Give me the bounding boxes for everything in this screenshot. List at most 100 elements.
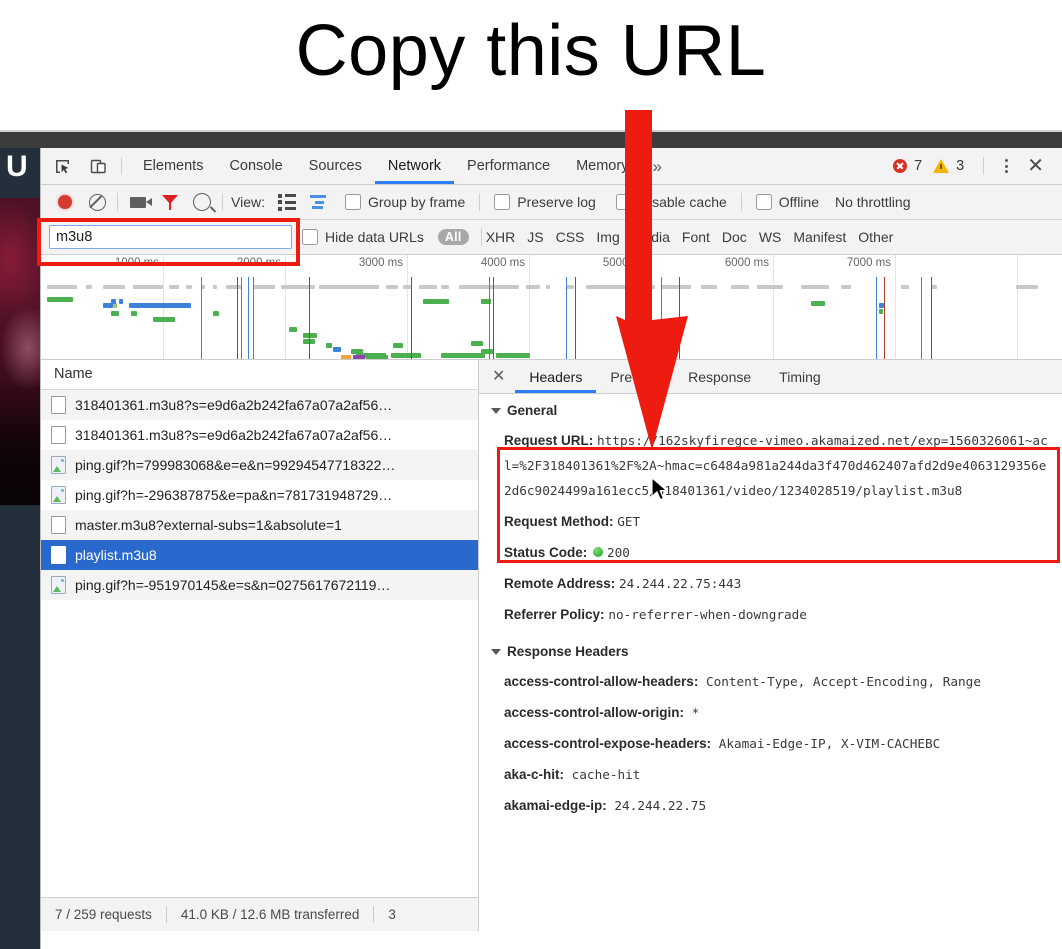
request-row[interactable]: 318401361.m3u8?s=e9d6a2b242fa67a07a2af56… [41, 420, 478, 450]
remote-address-row: Remote Address: 24.244.22.75:443 [479, 568, 1062, 599]
tab-headers[interactable]: Headers [515, 361, 596, 393]
filter-icon[interactable] [154, 189, 186, 215]
throttling-select[interactable]: No throttling [835, 194, 910, 210]
site-logo: U [6, 150, 28, 183]
network-overview-timeline[interactable]: 1000 ms 2000 ms 3000 ms 4000 ms 5000 ms … [41, 255, 1062, 360]
request-row[interactable]: ping.gif?h=-296387875&e=pa&n=78173194872… [41, 480, 478, 510]
overview-bar [391, 353, 421, 358]
type-filter-doc[interactable]: Doc [722, 229, 747, 245]
overview-tick: 4000 ms [480, 257, 525, 269]
overview-bar [566, 285, 574, 289]
device-toolbar-icon[interactable] [83, 152, 113, 180]
type-filter-all[interactable]: All [437, 229, 469, 245]
devtools-tab-strip: Elements Console Sources Network Perform… [41, 148, 1062, 185]
error-icon[interactable] [893, 159, 908, 173]
tab-timing[interactable]: Timing [765, 361, 835, 393]
overview-event-line [493, 277, 494, 359]
column-header-name[interactable]: Name [41, 360, 478, 390]
response-header-value: Content-Type, Accept-Encoding, Range [698, 674, 981, 689]
request-row[interactable]: master.m3u8?external-subs=1&absolute=1 [41, 510, 478, 540]
response-header-value: 24.244.22.75 [606, 798, 707, 813]
overview-bar [481, 349, 493, 354]
document-icon [51, 395, 66, 414]
overview-bar [757, 285, 783, 289]
clear-button[interactable] [81, 189, 113, 215]
list-view-icon[interactable] [271, 189, 303, 215]
tab-performance[interactable]: Performance [454, 149, 563, 184]
request-name: ping.gif?h=-296387875&e=pa&n=78173194872… [75, 486, 393, 503]
search-icon[interactable] [186, 189, 218, 215]
overview-bar [471, 341, 483, 346]
record-button[interactable] [49, 189, 81, 215]
response-header-value: Akamai-Edge-IP, X-VIM-CACHEBC [711, 736, 941, 751]
request-name: 318401361.m3u8?s=e9d6a2b242fa67a07a2af56… [75, 426, 393, 443]
detail-tab-strip: ✕ Headers Preview Response Timing [479, 360, 1062, 394]
close-detail-icon[interactable]: ✕ [479, 368, 515, 385]
mouse-cursor [651, 477, 668, 501]
waterfall-view-icon[interactable] [303, 189, 335, 215]
response-header-value: cache-hit [564, 767, 641, 782]
overview-bar [393, 343, 403, 348]
response-header-label: access-control-allow-origin: [504, 705, 685, 720]
overview-bar [86, 285, 92, 289]
overview-tick: 7000 ms [846, 257, 891, 269]
hide-data-urls-checkbox[interactable]: Hide data URLs [302, 229, 424, 245]
banner: Copy this URL [0, 0, 1062, 132]
checkbox-box[interactable] [344, 194, 361, 210]
toolbar-divider [740, 193, 742, 211]
overview-event-line [201, 277, 202, 359]
type-filter-js[interactable]: JS [527, 229, 543, 245]
type-filter-css[interactable]: CSS [556, 229, 585, 245]
tab-elements[interactable]: Elements [130, 149, 216, 184]
request-row[interactable]: playlist.m3u8 [41, 540, 478, 570]
offline-checkbox[interactable]: Offline [755, 194, 819, 210]
response-headers-section-header[interactable]: Response Headers [479, 630, 1062, 666]
type-filter-manifest[interactable]: Manifest [793, 229, 846, 245]
general-section-title: General [507, 403, 558, 418]
inspect-element-icon[interactable] [47, 152, 77, 180]
capture-screenshots-icon[interactable] [122, 189, 154, 215]
overview-bar [303, 333, 317, 338]
tab-sources[interactable]: Sources [296, 149, 375, 184]
overview-bar [47, 285, 77, 289]
overview-bar [1016, 285, 1038, 289]
overview-bar [119, 299, 123, 304]
chevron-down-icon [491, 407, 501, 414]
offline-label: Offline [778, 194, 819, 210]
request-detail-panel: ✕ Headers Preview Response Timing Genera… [479, 360, 1062, 931]
type-filter-other[interactable]: Other [858, 229, 893, 245]
general-section-header[interactable]: General [479, 394, 1062, 425]
request-row[interactable]: ping.gif?h=799983068&e=e&n=9929454771832… [41, 450, 478, 480]
overview-bar [213, 285, 217, 289]
overview-event-line [241, 277, 242, 359]
tab-network[interactable]: Network [375, 149, 454, 184]
checkbox-box[interactable] [755, 194, 772, 210]
tab-console[interactable]: Console [216, 149, 295, 184]
preserve-log-checkbox[interactable]: Preserve log [494, 194, 596, 210]
response-header-label: access-control-expose-headers: [504, 736, 712, 751]
warning-icon[interactable] [933, 159, 950, 173]
request-row[interactable]: ping.gif?h=-951970145&e=s&n=027561767211… [41, 570, 478, 600]
close-icon[interactable]: ✕ [1021, 156, 1050, 176]
request-list[interactable]: 318401361.m3u8?s=e9d6a2b242fa67a07a2af56… [41, 390, 478, 600]
overview-bar [386, 285, 398, 289]
type-filter-ws[interactable]: WS [759, 229, 782, 245]
group-by-frame-checkbox[interactable]: Group by frame [344, 194, 465, 210]
network-toolbar: View: Group by frame Preserve log Disabl… [41, 185, 1062, 220]
response-header-row: akamai-edge-ip: 24.244.22.75 [479, 790, 1062, 821]
request-row[interactable]: 318401361.m3u8?s=e9d6a2b242fa67a07a2af56… [41, 390, 478, 420]
checkbox-box[interactable] [494, 194, 511, 210]
type-filter-xhr[interactable]: XHR [486, 229, 516, 245]
more-options-icon[interactable] [996, 159, 1017, 173]
overview-bar [879, 309, 883, 314]
overview-event-line [566, 277, 567, 359]
image-icon [51, 575, 66, 594]
toolbar-divider [480, 228, 482, 246]
document-icon [51, 515, 66, 534]
page-title: Copy this URL [295, 11, 767, 91]
status-extra: 3 [388, 907, 396, 922]
response-header-label: akamai-edge-ip: [504, 798, 607, 813]
overview-bar [441, 353, 485, 358]
checkbox-box[interactable] [302, 229, 318, 245]
response-header-row: access-control-allow-origin: * [479, 697, 1062, 728]
